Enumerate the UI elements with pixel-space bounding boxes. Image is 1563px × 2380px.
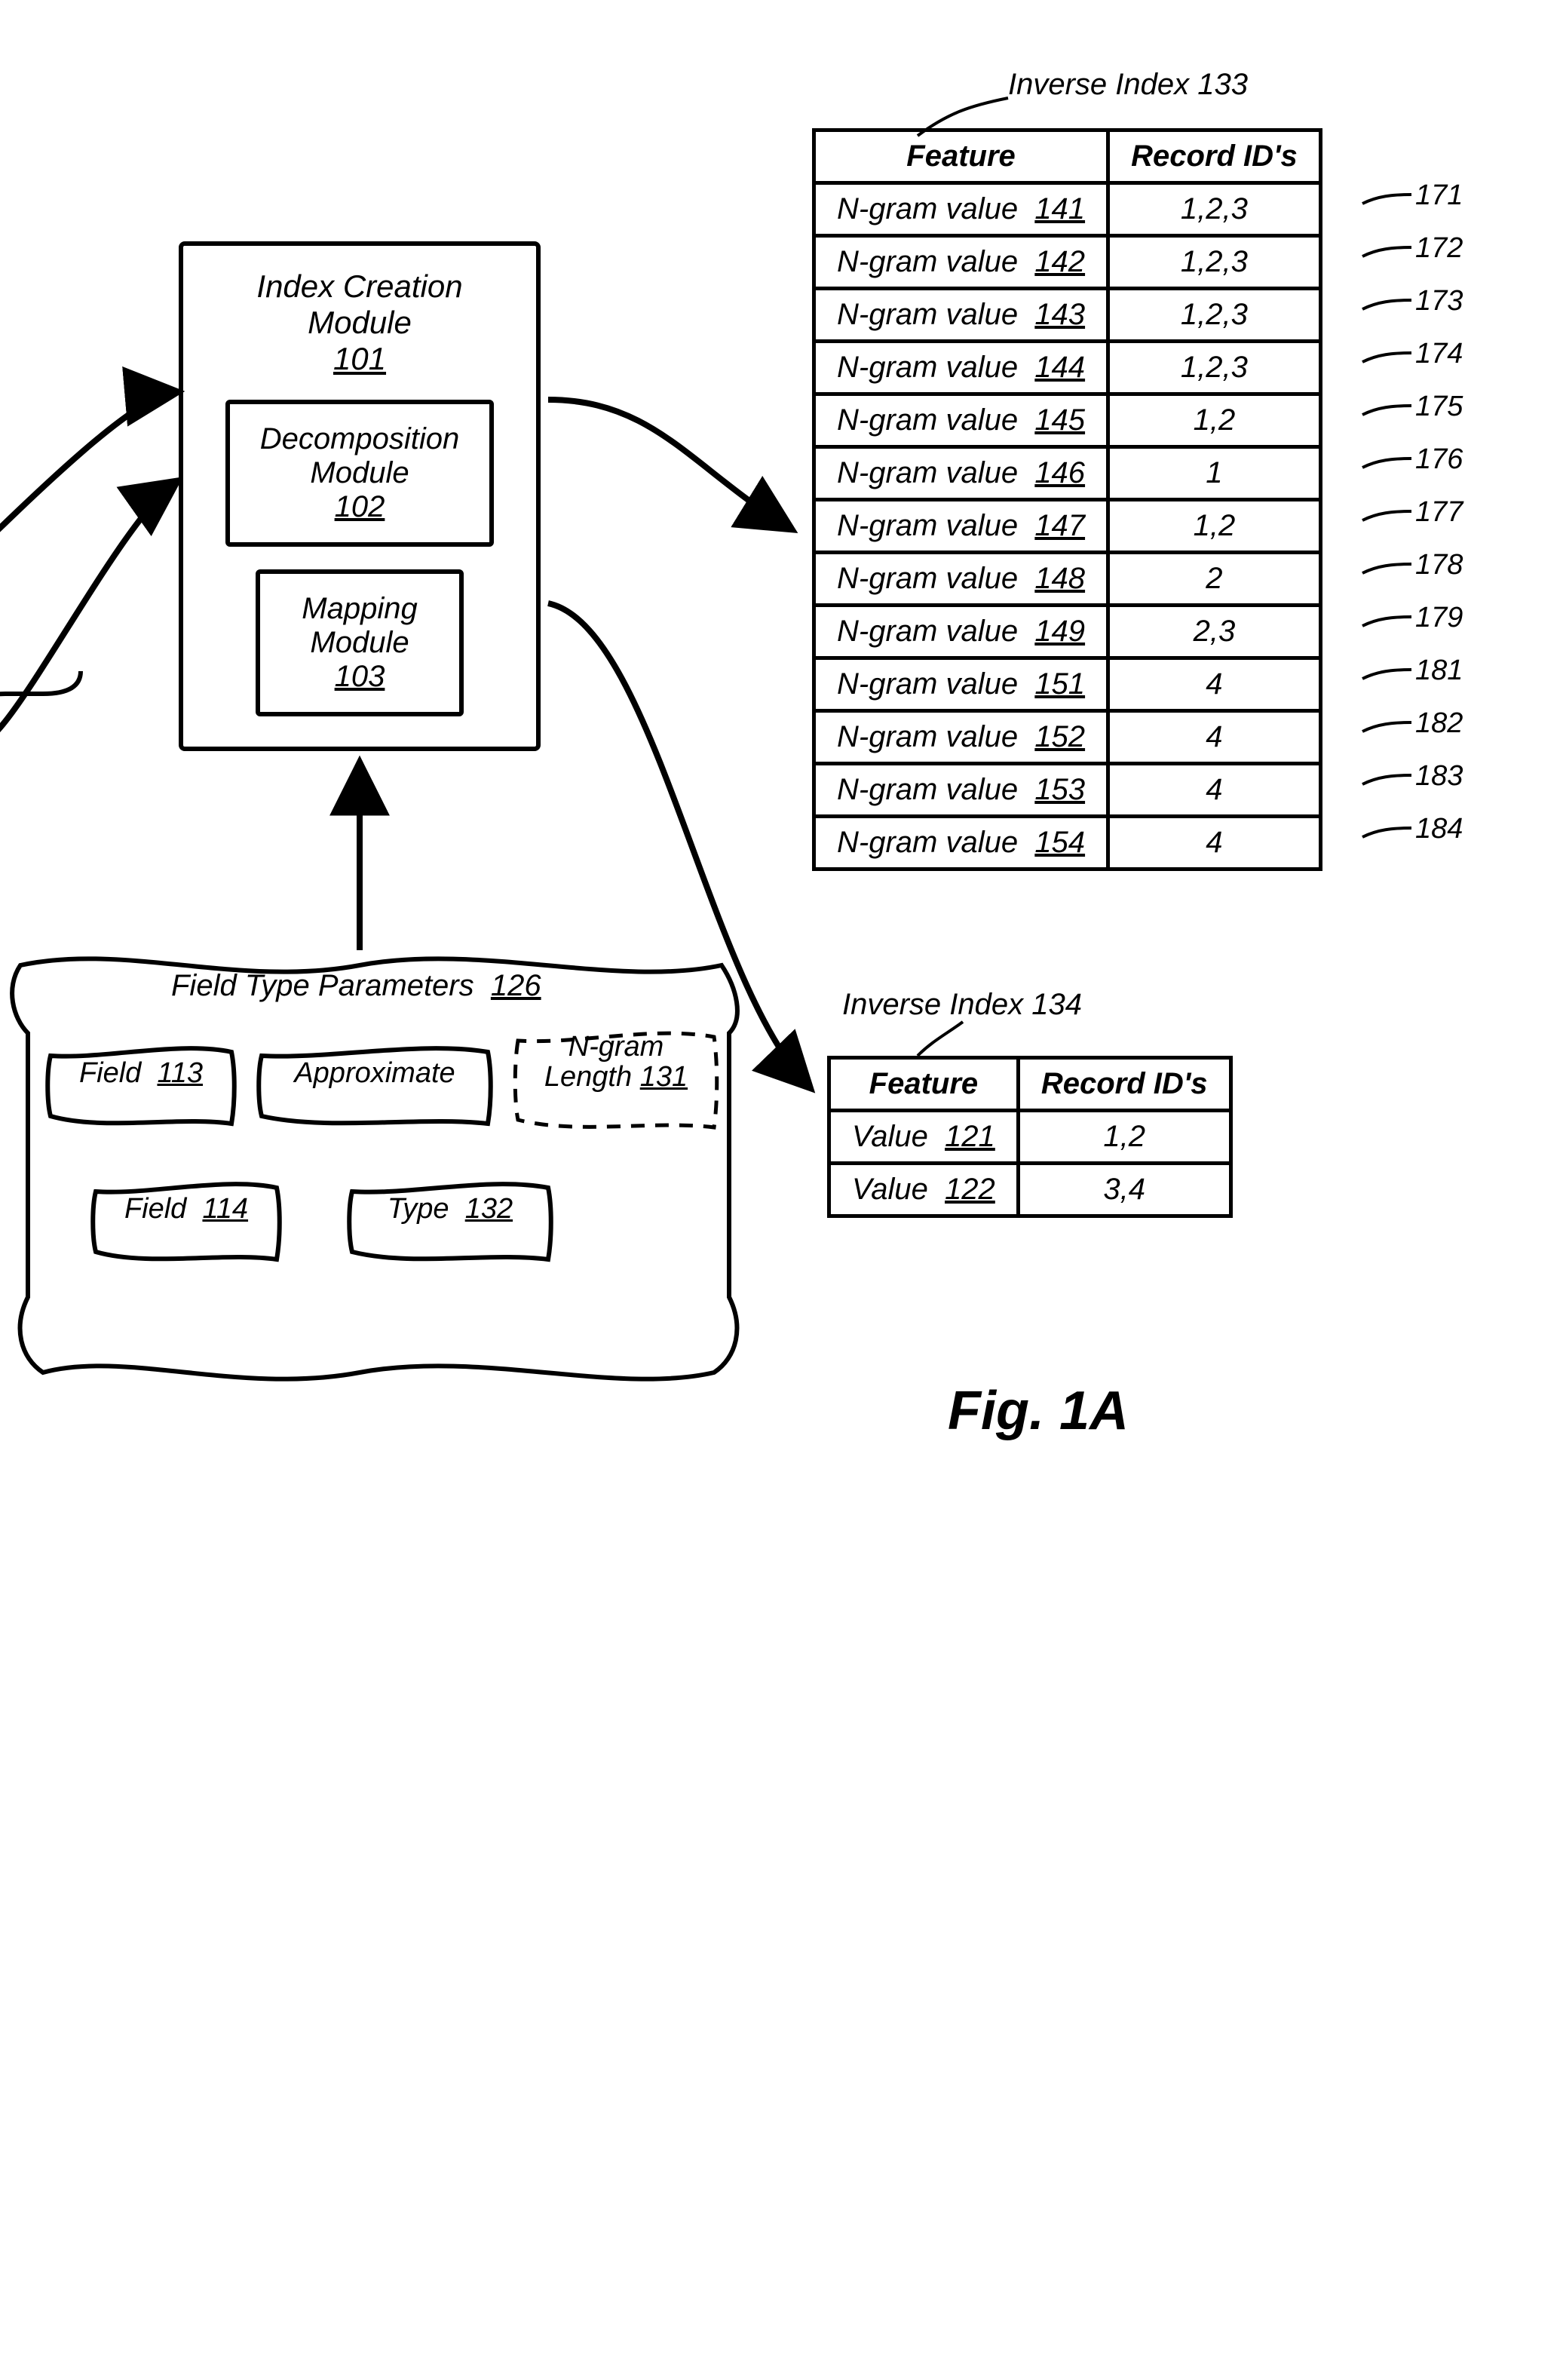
feature-header: Feature: [814, 130, 1108, 183]
index-row: N-gram value 1461: [814, 447, 1321, 500]
index-row: Value 1223,4: [829, 1164, 1231, 1216]
mapping-module: Mapping Module 103: [256, 569, 463, 716]
inverse-index-134: Feature Record ID's Value 1211,2 Value 1…: [827, 1056, 1233, 1218]
row-ref: 179: [1415, 602, 1463, 634]
index-row: N-gram value 1482: [814, 553, 1321, 606]
inverse-index-134-title: Inverse Index 134: [842, 988, 1082, 1022]
index-row: N-gram value 1524: [814, 711, 1321, 764]
brace-icon: [0, 0, 1563, 1563]
record-ids-header: Record ID's: [1018, 1058, 1230, 1111]
module-title: Index Creation Module 101: [221, 268, 498, 377]
inverse-index-133-title: Inverse Index 133: [1008, 68, 1248, 102]
row-ref: 184: [1415, 813, 1463, 845]
figure-label: Fig. 1A: [948, 1380, 1129, 1442]
row-ref: 175: [1415, 391, 1463, 423]
decomposition-module: Decomposition Module 102: [225, 400, 495, 547]
inverse-index-133: Feature Record ID's N-gram value 1411,2,…: [812, 128, 1322, 871]
system-arrows-icon: [0, 0, 1563, 1563]
index-row: N-gram value 1492,3: [814, 606, 1321, 658]
field-type-parameters-banner: [0, 0, 1563, 1563]
row-ref: 176: [1415, 443, 1463, 476]
index-row: N-gram value 1514: [814, 658, 1321, 711]
feature-header: Feature: [829, 1058, 1019, 1111]
param-type-132: Type 132: [345, 1176, 556, 1267]
index-row: N-gram value 1441,2,3: [814, 342, 1321, 394]
row-ref: 177: [1415, 496, 1463, 529]
index-row: N-gram value 1544: [814, 817, 1321, 869]
row-ref: 183: [1415, 760, 1463, 793]
index-row: N-gram value 1471,2: [814, 500, 1321, 553]
index-creation-module: Index Creation Module 101 Decomposition …: [179, 241, 541, 751]
params-title: Field Type Parameters 126: [171, 969, 541, 1003]
row-ref: 181: [1415, 655, 1463, 687]
row-ref: 173: [1415, 285, 1463, 317]
index-row: N-gram value 1534: [814, 764, 1321, 817]
param-approximate: Approximate: [254, 1041, 495, 1131]
param-ngram-length: N-gram Length 131: [510, 1022, 722, 1135]
row-ref: 174: [1415, 338, 1463, 370]
row-ref: 178: [1415, 549, 1463, 581]
record-ids-header: Record ID's: [1108, 130, 1321, 183]
row-ref: 172: [1415, 232, 1463, 265]
index-row: Value 1211,2: [829, 1111, 1231, 1164]
index-row: N-gram value 1421,2,3: [814, 236, 1321, 289]
param-field-113: Field 113: [43, 1041, 239, 1131]
row-ref: 171: [1415, 179, 1463, 212]
row-ref: 182: [1415, 707, 1463, 740]
index-row: N-gram value 1431,2,3: [814, 289, 1321, 342]
index-row: N-gram value 1411,2,3: [814, 183, 1321, 236]
index-row: N-gram value 1451,2: [814, 394, 1321, 447]
param-field-114: Field 114: [88, 1176, 284, 1267]
